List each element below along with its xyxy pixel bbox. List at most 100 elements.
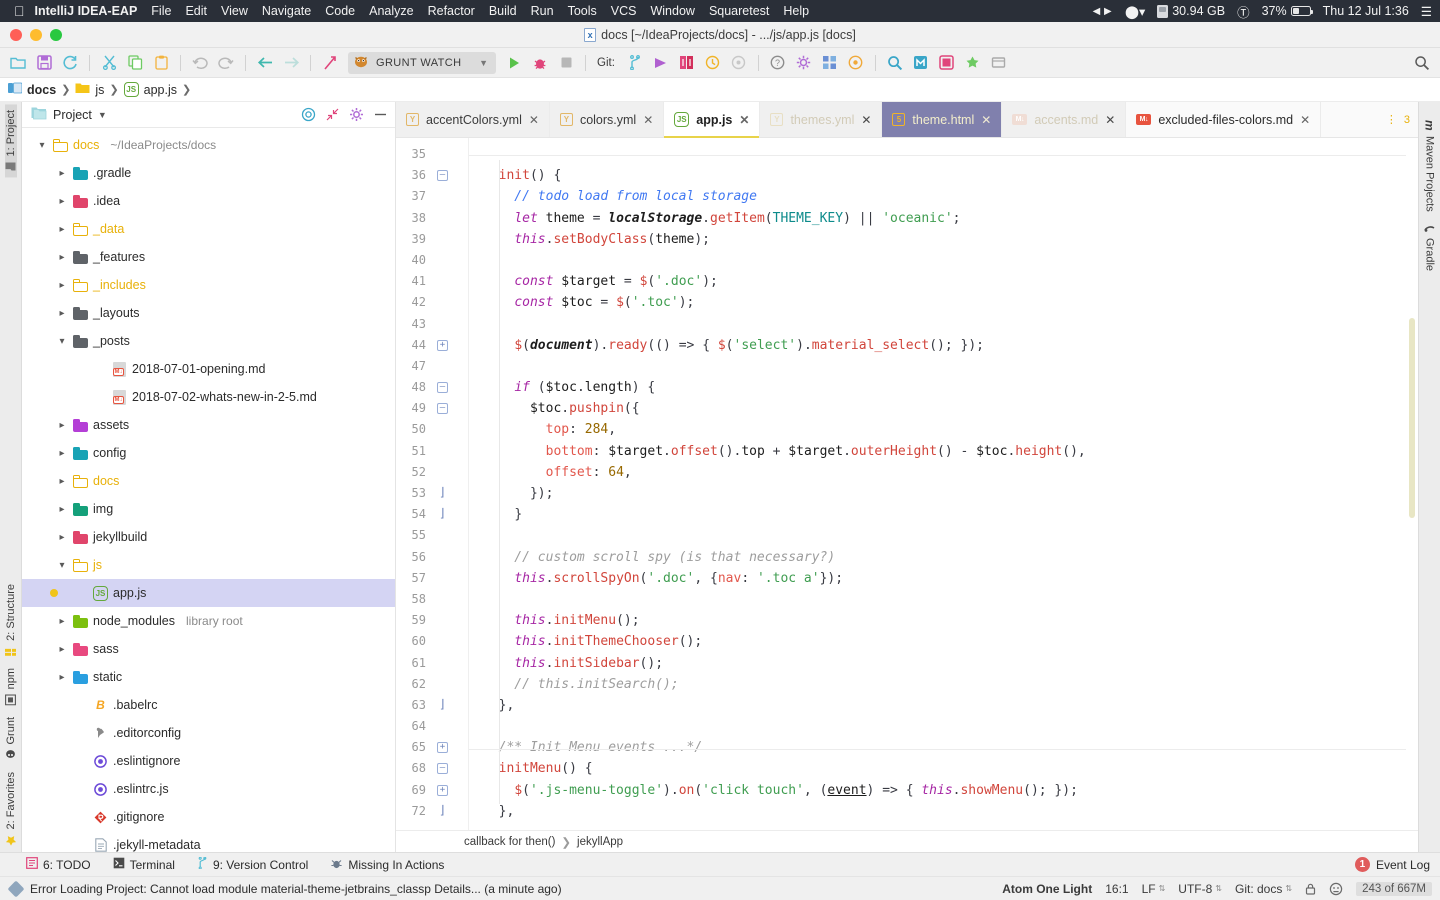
- run-button[interactable]: [502, 51, 526, 75]
- tree-item--eslintignore[interactable]: .eslintignore: [22, 747, 395, 775]
- battery-indicator[interactable]: 37%: [1262, 4, 1313, 18]
- project-structure-icon[interactable]: [818, 51, 842, 75]
- search-everywhere-icon[interactable]: [883, 51, 907, 75]
- editor-tab-accents-md[interactable]: M↓ accents.md ✕: [1002, 102, 1127, 137]
- forward-icon[interactable]: [279, 51, 303, 75]
- menu-help[interactable]: Help: [783, 4, 809, 18]
- run-configuration-selector[interactable]: GRUNT WATCH ▼: [348, 51, 496, 74]
- code-line[interactable]: [469, 525, 1418, 546]
- code-line[interactable]: });: [469, 483, 1418, 504]
- tree-item-img[interactable]: ▸ img: [22, 495, 395, 523]
- tree-item-static[interactable]: ▸ static: [22, 663, 395, 691]
- help-icon[interactable]: ?: [766, 51, 790, 75]
- git-push-icon[interactable]: [649, 51, 673, 75]
- chevron-down-icon[interactable]: ▼: [479, 58, 488, 68]
- code-line[interactable]: },: [469, 801, 1418, 822]
- fold-minus-icon[interactable]: [437, 382, 448, 394]
- debug-button[interactable]: [528, 51, 552, 75]
- fold-minus-icon[interactable]: [437, 403, 448, 415]
- tree-item-node-modules[interactable]: ▸ node_modules library root: [22, 607, 395, 635]
- menu-analyze[interactable]: Analyze: [369, 4, 413, 18]
- editor-tab-app-js[interactable]: JS app.js ✕: [664, 102, 761, 138]
- tree-item--babelrc[interactable]: B .babelrc: [22, 691, 395, 719]
- stop-button[interactable]: [554, 51, 578, 75]
- code-line[interactable]: // todo load from local storage: [469, 186, 1418, 207]
- toolwindow-todo[interactable]: 6: TODO: [26, 857, 91, 872]
- close-icon[interactable]: ✕: [1300, 113, 1310, 127]
- sidebar-item-grunt[interactable]: Grunt: [5, 711, 17, 766]
- tree-item--layouts[interactable]: ▸ _layouts: [22, 299, 395, 327]
- chevron-right-icon[interactable]: ▸: [56, 532, 68, 543]
- code-line[interactable]: top: 284,: [469, 419, 1418, 440]
- menu-code[interactable]: Code: [325, 4, 355, 18]
- tree-item-sass[interactable]: ▸ sass: [22, 635, 395, 663]
- more-tabs-icon[interactable]: ⋮: [1386, 113, 1398, 126]
- code-line[interactable]: }: [469, 504, 1418, 525]
- close-icon[interactable]: ✕: [643, 113, 653, 127]
- chevron-right-icon[interactable]: ▸: [56, 504, 68, 515]
- fold-minus-icon[interactable]: [437, 763, 448, 775]
- window-controls[interactable]: [0, 28, 62, 41]
- tree-item-2018-07-02-whats-new-in-2-5-md[interactable]: M↓ 2018-07-02-whats-new-in-2-5.md: [22, 383, 395, 411]
- code-line[interactable]: $(document).ready(() => { $('select').ma…: [469, 335, 1418, 356]
- status-memory-indicator[interactable]: 243 of 667M: [1356, 881, 1432, 896]
- editor-tab-theme-html[interactable]: 5 theme.html ✕: [882, 102, 1003, 137]
- active-app-name[interactable]: IntelliJ IDEA-EAP: [35, 4, 138, 18]
- chevron-right-icon[interactable]: ▸: [56, 252, 68, 263]
- tree-item--includes[interactable]: ▸ _includes: [22, 271, 395, 299]
- chevron-right-icon[interactable]: ▸: [56, 476, 68, 487]
- git-history-icon[interactable]: [701, 51, 725, 75]
- chevron-right-icon[interactable]: ▸: [56, 616, 68, 627]
- fold-bracket-icon[interactable]: ⌋: [437, 698, 448, 711]
- code-line[interactable]: bottom: $target.offset().top + $target.o…: [469, 441, 1418, 462]
- breadcrumb-appjs[interactable]: JS app.js ❯: [123, 82, 191, 97]
- tree-item--posts[interactable]: ▾ _posts: [22, 327, 395, 355]
- project-panel-chevron-down-icon[interactable]: ▼: [98, 110, 107, 120]
- git-revert-icon[interactable]: [727, 51, 751, 75]
- code-line[interactable]: this.initSidebar();: [469, 653, 1418, 674]
- sidebar-item-structure[interactable]: 2: Structure: [5, 578, 17, 662]
- fold-plus-icon[interactable]: [437, 742, 448, 754]
- tree-item-config[interactable]: ▸ config: [22, 439, 395, 467]
- tree-item-jekyllbuild[interactable]: ▸ jekyllbuild: [22, 523, 395, 551]
- chevron-right-icon[interactable]: ▸: [56, 644, 68, 655]
- code-line[interactable]: $('.js-menu-toggle').on('click touch', (…: [469, 780, 1418, 801]
- fold-bracket-icon[interactable]: ⌋: [437, 486, 448, 499]
- fold-bracket-icon[interactable]: ⌋: [437, 804, 448, 817]
- code-line[interactable]: // custom scroll spy (is that necessary?…: [469, 547, 1418, 568]
- code-line[interactable]: /** Init Menu events ...*/: [469, 737, 1418, 758]
- git-update-icon[interactable]: [675, 51, 699, 75]
- code-line[interactable]: [469, 356, 1418, 377]
- hide-panel-icon[interactable]: [371, 106, 389, 124]
- back-icon[interactable]: [253, 51, 277, 75]
- minimize-window-button[interactable]: [30, 28, 42, 41]
- tree-item-app-js[interactable]: JS app.js: [22, 579, 395, 607]
- clock[interactable]: Thu 12 Jul 1:36: [1323, 4, 1409, 18]
- code-line[interactable]: [469, 589, 1418, 610]
- code-line[interactable]: [469, 716, 1418, 737]
- code-line[interactable]: this.initThemeChooser();: [469, 631, 1418, 652]
- chevron-right-icon[interactable]: ▸: [56, 308, 68, 319]
- code-line[interactable]: this.initMenu();: [469, 610, 1418, 631]
- tree-item--jekyll-metadata[interactable]: .jekyll-metadata: [22, 831, 395, 852]
- menu-navigate[interactable]: Navigate: [262, 4, 311, 18]
- collapse-all-icon[interactable]: [323, 106, 341, 124]
- chevron-right-icon[interactable]: ▸: [56, 224, 68, 235]
- toolwindow-missing-in-actions[interactable]: Missing In Actions: [330, 857, 444, 873]
- close-icon[interactable]: ✕: [1105, 113, 1115, 127]
- tree-item--idea[interactable]: ▸ .idea: [22, 187, 395, 215]
- redo-icon[interactable]: [214, 51, 238, 75]
- menu-window[interactable]: Window: [650, 4, 694, 18]
- menu-squaretest[interactable]: Squaretest: [709, 4, 769, 18]
- breadcrumb-js[interactable]: js ❯: [75, 82, 119, 97]
- chevron-right-icon[interactable]: ▸: [56, 672, 68, 683]
- line-number-gutter[interactable]: 35 36 37 38 39 40 41 42 43 44 47 4849 50 51 52 53⌋ 54⌋ 55…: [396, 138, 468, 830]
- status-line-separator[interactable]: LF ⇅: [1142, 882, 1166, 896]
- toolwindow-terminal[interactable]: Terminal: [113, 857, 175, 872]
- fold-minus-icon[interactable]: [437, 170, 448, 182]
- code-line[interactable]: this.setBodyClass(theme);: [469, 229, 1418, 250]
- close-icon[interactable]: ✕: [739, 113, 749, 127]
- chevron-down-icon[interactable]: ▾: [56, 336, 68, 347]
- code-line[interactable]: init() {: [469, 165, 1418, 186]
- status-caret-position[interactable]: 16:1: [1105, 882, 1128, 896]
